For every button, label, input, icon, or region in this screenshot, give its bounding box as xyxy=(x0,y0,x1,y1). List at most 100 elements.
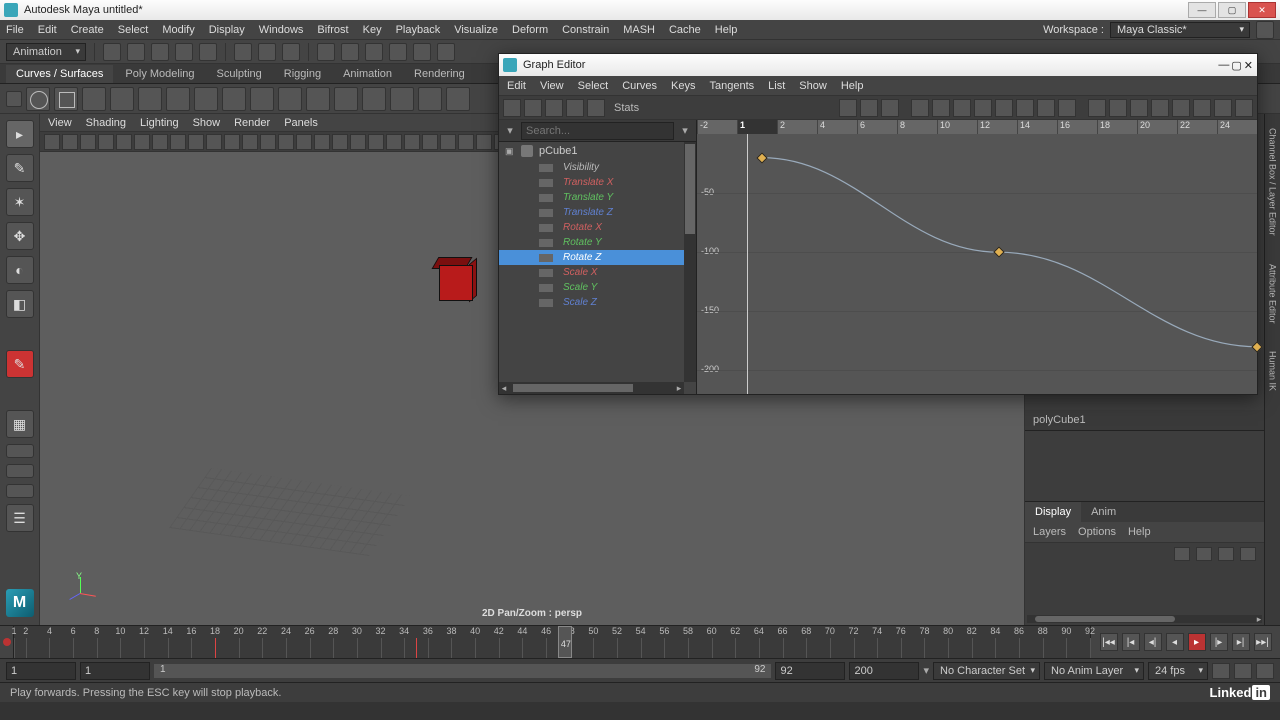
play-back-button[interactable]: ◂ xyxy=(1166,633,1184,651)
select-tool[interactable]: ▸ xyxy=(6,120,34,148)
maximize-button[interactable]: ▢ xyxy=(1218,2,1246,18)
menu-windows[interactable]: Windows xyxy=(259,24,304,36)
scroll-right-icon[interactable]: ▸ xyxy=(1254,614,1264,624)
vp-tool-icon[interactable] xyxy=(440,134,456,150)
attr-rotate-z[interactable]: Rotate Z xyxy=(499,250,684,265)
detach-curve-icon[interactable] xyxy=(278,87,302,111)
vp-tool-icon[interactable] xyxy=(188,134,204,150)
ge-center-icon[interactable] xyxy=(545,99,563,117)
ge-linear-icon[interactable] xyxy=(932,99,950,117)
move-tool[interactable]: ✥ xyxy=(6,222,34,250)
snap-point-icon[interactable] xyxy=(365,43,383,61)
select-mask-icon[interactable] xyxy=(234,43,252,61)
ge-spline-icon[interactable] xyxy=(911,99,929,117)
ge-menu-keys[interactable]: Keys xyxy=(671,80,695,92)
vp-tool-icon[interactable] xyxy=(404,134,420,150)
ge-menu-view[interactable]: View xyxy=(540,80,564,92)
vp-tool-icon[interactable] xyxy=(314,134,330,150)
menu-file[interactable]: File xyxy=(6,24,24,36)
vp-tool-icon[interactable] xyxy=(170,134,186,150)
outliner-vscrollbar[interactable] xyxy=(684,142,696,382)
lock-icon[interactable] xyxy=(1256,21,1274,39)
vp-tool-icon[interactable] xyxy=(44,134,60,150)
snap-grid-icon[interactable] xyxy=(317,43,335,61)
time-cursor[interactable] xyxy=(747,134,748,394)
menu-create[interactable]: Create xyxy=(71,24,104,36)
loop-icon[interactable] xyxy=(1212,663,1230,679)
insert-knot-icon[interactable] xyxy=(306,87,330,111)
lasso-tool[interactable]: ✎ xyxy=(6,154,34,182)
attr-translate-y[interactable]: Translate Y xyxy=(499,190,684,205)
scale-tool[interactable]: ◧ xyxy=(6,290,34,318)
vp-tool-icon[interactable] xyxy=(116,134,132,150)
workspace-dropdown[interactable]: Maya Classic* xyxy=(1110,22,1250,38)
scroll-left-icon[interactable]: ◂ xyxy=(499,383,509,394)
outliner-toggle-icon[interactable]: ☰ xyxy=(6,504,34,532)
menu-deform[interactable]: Deform xyxy=(512,24,548,36)
scroll-right-icon[interactable]: ▸ xyxy=(674,383,684,394)
layout-single-icon[interactable]: ▦ xyxy=(6,410,34,438)
fps-dropdown[interactable]: 24 fps xyxy=(1148,662,1208,680)
menu-visualize[interactable]: Visualize xyxy=(454,24,498,36)
vp-menu-show[interactable]: Show xyxy=(193,117,221,129)
layer-scrollbar[interactable] xyxy=(1027,615,1262,623)
offset-curve-icon[interactable] xyxy=(362,87,386,111)
layout-custom-icon[interactable] xyxy=(6,484,34,498)
menu-constrain[interactable]: Constrain xyxy=(562,24,609,36)
shelf-tab-poly-modeling[interactable]: Poly Modeling xyxy=(115,65,204,83)
vp-tool-icon[interactable] xyxy=(206,134,222,150)
attach-curve-icon[interactable] xyxy=(250,87,274,111)
ge-menu-tangents[interactable]: Tangents xyxy=(710,80,755,92)
layout-prev-icon[interactable] xyxy=(6,464,34,478)
snap-live-icon[interactable] xyxy=(413,43,431,61)
shelf-tab-rendering[interactable]: Rendering xyxy=(404,65,475,83)
ge-stepped-icon[interactable] xyxy=(974,99,992,117)
ge-time-icon[interactable] xyxy=(1214,99,1232,117)
play-forward-button[interactable]: ▸ xyxy=(1188,633,1206,651)
menu-edit[interactable]: Edit xyxy=(38,24,57,36)
anim-end-input[interactable] xyxy=(849,662,919,680)
outliner-hscrollbar[interactable]: ◂ ▸ xyxy=(499,382,684,394)
go-end-button[interactable]: ▸▸| xyxy=(1254,633,1272,651)
vp-menu-render[interactable]: Render xyxy=(234,117,270,129)
anim-layer-dropdown[interactable]: No Anim Layer xyxy=(1044,662,1144,680)
graph-search-input[interactable] xyxy=(521,122,674,140)
layer-icon-1[interactable] xyxy=(1174,547,1190,561)
prefs-icon[interactable] xyxy=(1256,663,1274,679)
rotate-tool[interactable]: ◐ xyxy=(6,256,34,284)
vp-tool-icon[interactable] xyxy=(422,134,438,150)
attr-translate-z[interactable]: Translate Z xyxy=(499,205,684,220)
ge-frameall-icon[interactable] xyxy=(524,99,542,117)
ge-fixed-icon[interactable] xyxy=(1016,99,1034,117)
expand-icon[interactable]: ▣ xyxy=(505,146,515,157)
ge-menu-list[interactable]: List xyxy=(768,80,785,92)
add-points-icon[interactable] xyxy=(418,87,442,111)
menu-key[interactable]: Key xyxy=(363,24,382,36)
cv-curve-icon[interactable] xyxy=(82,87,106,111)
ge-menu-show[interactable]: Show xyxy=(799,80,827,92)
timeline-key[interactable] xyxy=(416,638,417,658)
attr-rotate-y[interactable]: Rotate Y xyxy=(499,235,684,250)
menu-bifrost[interactable]: Bifrost xyxy=(317,24,348,36)
arc2pt-icon[interactable] xyxy=(222,87,246,111)
anim-start-input[interactable] xyxy=(6,662,76,680)
ge-autotangent-icon[interactable] xyxy=(566,99,584,117)
graph-time-ruler[interactable]: -2124681012141618202224 xyxy=(697,120,1257,134)
ge-tangent1-icon[interactable] xyxy=(839,99,857,117)
ge-value-icon[interactable] xyxy=(1235,99,1253,117)
vp-tool-icon[interactable] xyxy=(350,134,366,150)
ge-menu-edit[interactable]: Edit xyxy=(507,80,526,92)
vp-tool-icon[interactable] xyxy=(134,134,150,150)
help-menu[interactable]: Help xyxy=(1128,526,1151,538)
vp-tool-icon[interactable] xyxy=(260,134,276,150)
vp-tool-icon[interactable] xyxy=(152,134,168,150)
vp-menu-shading[interactable]: Shading xyxy=(86,117,126,129)
history-icon[interactable] xyxy=(437,43,455,61)
undo-icon[interactable] xyxy=(175,43,193,61)
vp-menu-view[interactable]: View xyxy=(48,117,72,129)
ge-buffer-icon[interactable] xyxy=(1088,99,1106,117)
vp-tool-icon[interactable] xyxy=(278,134,294,150)
step-fwd-button[interactable]: |▸ xyxy=(1210,633,1228,651)
bezier-icon[interactable] xyxy=(138,87,162,111)
shelf-tab-animation[interactable]: Animation xyxy=(333,65,402,83)
